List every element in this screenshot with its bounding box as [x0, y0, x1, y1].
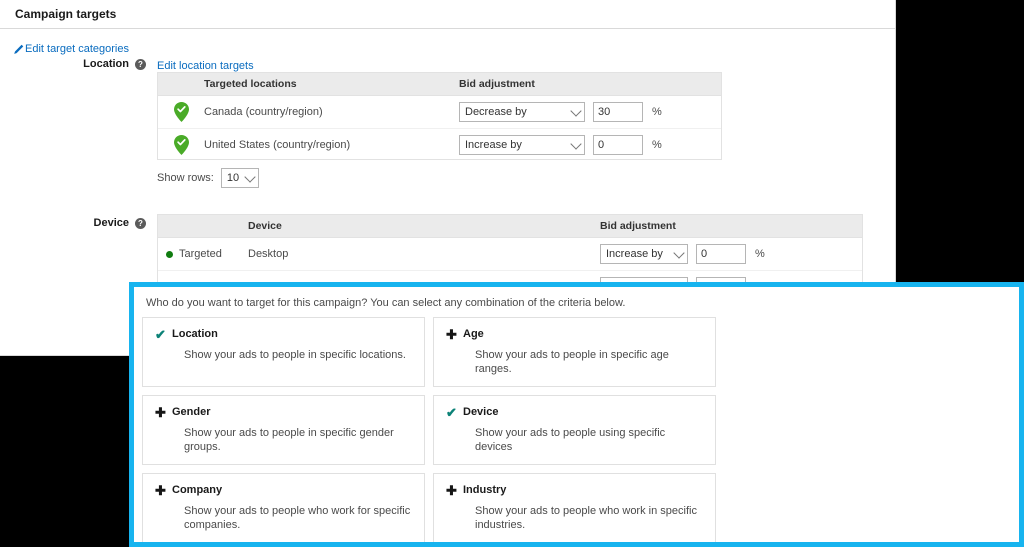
bid-mode-select[interactable]: Increase by: [459, 135, 585, 155]
location-name-cell: United States (country/region): [204, 139, 459, 151]
device-label-text: Device: [93, 217, 129, 229]
bid-value-input[interactable]: 0: [593, 135, 643, 155]
percent-label: %: [652, 106, 662, 118]
criteria-card-age[interactable]: ✚ Age Show your ads to people in specifi…: [433, 317, 716, 387]
card-header: ✔ Device: [446, 406, 703, 419]
criteria-card-gender[interactable]: ✚ Gender Show your ads to people in spec…: [142, 395, 425, 465]
edit-target-categories-link[interactable]: Edit target categories: [13, 43, 129, 55]
card-description: Show your ads to people in specific gend…: [184, 427, 394, 453]
criteria-card-company[interactable]: ✚ Company Show your ads to people who wo…: [142, 473, 425, 542]
bid-mode-value: Increase by: [465, 139, 522, 151]
show-rows-select[interactable]: 10: [220, 168, 259, 188]
bid-value-input[interactable]: 30: [593, 102, 643, 122]
card-title: Device: [463, 406, 499, 418]
card-header: ✚ Age: [446, 328, 703, 341]
criteria-card-device[interactable]: ✔ Device Show your ads to people using s…: [433, 395, 716, 465]
card-header: ✚ Gender: [155, 406, 412, 419]
card-title: Gender: [172, 406, 211, 418]
location-qualifier: (country/region): [245, 106, 323, 118]
location-pin-check-icon: [158, 135, 204, 155]
plus-icon: ✚: [155, 405, 166, 420]
chevron-down-icon: [244, 171, 256, 183]
card-description: Show your ads to people in specific loca…: [184, 349, 406, 361]
help-icon[interactable]: ?: [135, 217, 146, 229]
check-icon: ✔: [446, 405, 457, 420]
check-icon: ✔: [155, 327, 166, 342]
bid-mode-select[interactable]: Decrease by: [459, 102, 585, 122]
location-label-text: Location: [83, 58, 129, 70]
plus-icon: ✚: [155, 483, 166, 498]
card-title: Industry: [463, 484, 507, 496]
card-header: ✚ Industry: [446, 484, 703, 497]
location-name-cell: Canada (country/region): [204, 106, 459, 118]
percent-label: %: [652, 139, 662, 151]
overlay-intro-text: Who do you want to target for this campa…: [146, 297, 626, 309]
percent-label: %: [755, 248, 765, 260]
device-table-header: Device Bid adjustment: [158, 215, 862, 238]
card-description: Show your ads to people in specific age …: [475, 349, 669, 375]
col-device-bid-adjustment: Bid adjustment: [600, 220, 676, 232]
status-dot-icon: [166, 250, 173, 258]
target-criteria-overlay: Who do you want to target for this campa…: [129, 282, 1024, 547]
location-pin-check-icon: [158, 102, 204, 122]
bid-value-input[interactable]: 0: [696, 244, 746, 264]
location-name: Canada: [204, 106, 243, 118]
device-section-label: Device ?: [60, 217, 146, 229]
card-description: Show your ads to people using specific d…: [475, 427, 666, 453]
bid-mode-value: Increase by: [606, 248, 663, 260]
bid-mode-select[interactable]: Increase by: [600, 244, 688, 264]
page-title: Campaign targets: [15, 7, 117, 21]
chevron-down-icon: [570, 138, 582, 150]
location-name: United States: [204, 139, 271, 151]
device-status-label: Targeted: [179, 248, 222, 260]
card-header: ✚ Company: [155, 484, 412, 497]
location-bid-cell: Decrease by 30 %: [459, 102, 721, 122]
location-targets-table: Targeted locations Bid adjustment Canada…: [157, 72, 722, 160]
bid-mode-value: Decrease by: [465, 106, 527, 118]
card-title: Company: [172, 484, 223, 496]
plus-icon: ✚: [446, 483, 457, 498]
location-qualifier: (country/region): [273, 139, 351, 151]
device-status-cell: Targeted: [158, 248, 248, 260]
table-row[interactable]: United States (country/region) Increase …: [158, 129, 721, 161]
edit-target-categories-label: Edit target categories: [25, 43, 129, 55]
edit-location-targets-link[interactable]: Edit location targets: [157, 60, 254, 72]
location-bid-cell: Increase by 0 %: [459, 135, 721, 155]
location-section-label: Location ?: [60, 58, 146, 70]
page-header: Campaign targets: [0, 0, 895, 29]
show-rows-label: Show rows:: [157, 172, 214, 184]
card-title: Age: [463, 328, 484, 340]
table-row[interactable]: Targeted Desktop Increase by 0 %: [158, 238, 862, 271]
card-header: ✔ Location: [155, 328, 412, 341]
location-table-header: Targeted locations Bid adjustment: [158, 73, 721, 96]
plus-icon: ✚: [446, 327, 457, 342]
card-title: Location: [172, 328, 218, 340]
table-row[interactable]: Canada (country/region) Decrease by 30 %: [158, 96, 721, 129]
device-bid-cell: Increase by 0 %: [600, 244, 862, 264]
device-name: Desktop: [248, 248, 289, 260]
show-rows-value: 10: [226, 172, 240, 184]
card-description: Show your ads to people who work for spe…: [184, 505, 411, 531]
criteria-card-grid: ✔ Location Show your ads to people in sp…: [134, 309, 1019, 542]
col-device: Device: [248, 220, 282, 232]
chevron-down-icon: [570, 105, 582, 117]
criteria-card-industry[interactable]: ✚ Industry Show your ads to people who w…: [433, 473, 716, 542]
col-targeted-locations: Targeted locations: [204, 78, 297, 90]
criteria-card-location[interactable]: ✔ Location Show your ads to people in sp…: [142, 317, 425, 387]
col-bid-adjustment: Bid adjustment: [459, 78, 535, 90]
card-description: Show your ads to people who work in spec…: [475, 505, 697, 531]
help-icon[interactable]: ?: [135, 58, 146, 70]
chevron-down-icon: [673, 247, 685, 259]
show-rows-control: Show rows: 10: [157, 168, 259, 188]
pencil-icon: [13, 44, 24, 55]
